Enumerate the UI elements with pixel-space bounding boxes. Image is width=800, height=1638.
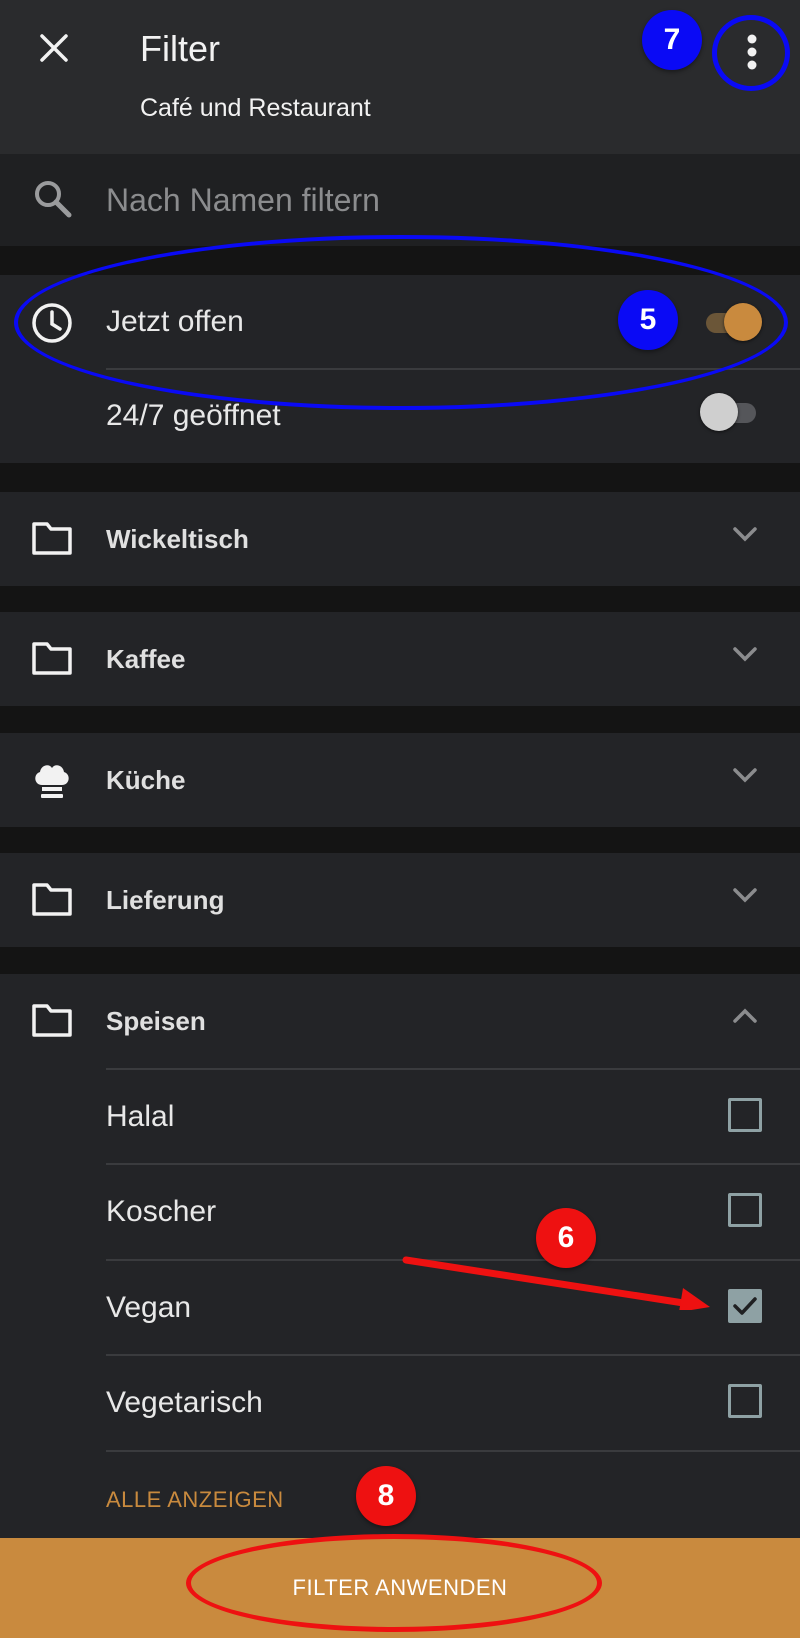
- option-label: Koscher: [106, 1195, 217, 1228]
- search-bar: [0, 154, 800, 246]
- halal-checkbox[interactable]: [728, 1098, 762, 1132]
- page-subtitle: Café und Restaurant: [140, 94, 371, 122]
- divider: [106, 1450, 800, 1452]
- vegetarisch-checkbox[interactable]: [728, 1384, 762, 1418]
- folder-icon: [32, 642, 72, 675]
- annotation-badge-6: 6: [536, 1208, 596, 1268]
- option-halal[interactable]: Halal: [0, 1070, 800, 1164]
- annotation-circle-blue: [712, 15, 790, 91]
- option-label: Vegetarisch: [106, 1386, 263, 1419]
- folder-icon: [32, 1004, 72, 1037]
- category-kaffee[interactable]: Kaffee: [0, 612, 800, 706]
- category-label: Kaffee: [106, 644, 186, 674]
- category-wickeltisch[interactable]: Wickeltisch: [0, 492, 800, 586]
- category-kueche[interactable]: Küche: [0, 733, 800, 827]
- option-koscher[interactable]: Koscher: [0, 1165, 800, 1259]
- option-vegetarisch[interactable]: Vegetarisch: [0, 1356, 800, 1450]
- folder-icon: [32, 883, 72, 916]
- option-label: Vegan: [106, 1291, 192, 1324]
- annotation-badge-7: 7: [642, 10, 702, 70]
- chef-hat-icon: [35, 765, 69, 798]
- switch-thumb: [700, 393, 738, 431]
- chevron-down-icon: [733, 768, 757, 783]
- vegan-checkbox[interactable]: [728, 1289, 762, 1323]
- annotation-badge-8: 8: [356, 1466, 416, 1526]
- category-speisen-header[interactable]: Speisen: [0, 974, 800, 1068]
- category-lieferung[interactable]: Lieferung: [0, 853, 800, 947]
- category-label: Wickeltisch: [106, 524, 249, 554]
- search-icon: [35, 181, 72, 218]
- category-label: Speisen: [106, 1006, 206, 1036]
- open-24-7-switch[interactable]: [700, 392, 762, 432]
- annotation-ellipse-red: [186, 1534, 602, 1632]
- category-label: Lieferung: [106, 885, 225, 915]
- folder-icon: [32, 522, 72, 555]
- show-all-link[interactable]: ALLE ANZEIGEN: [106, 1487, 284, 1513]
- category-label: Küche: [106, 765, 186, 795]
- page-title: Filter: [140, 28, 220, 69]
- check-icon: [733, 1297, 757, 1315]
- chevron-down-icon: [733, 888, 757, 903]
- koscher-checkbox[interactable]: [728, 1193, 762, 1227]
- option-label: Halal: [106, 1100, 175, 1133]
- annotation-badge-5: 5: [618, 290, 678, 350]
- open-24-7-label: 24/7 geöffnet: [106, 399, 281, 432]
- search-input[interactable]: [106, 154, 766, 246]
- close-button[interactable]: [30, 24, 78, 72]
- chevron-down-icon: [733, 647, 757, 662]
- chevron-down-icon: [733, 527, 757, 542]
- close-icon: [40, 34, 68, 62]
- chevron-up-icon: [733, 1008, 757, 1023]
